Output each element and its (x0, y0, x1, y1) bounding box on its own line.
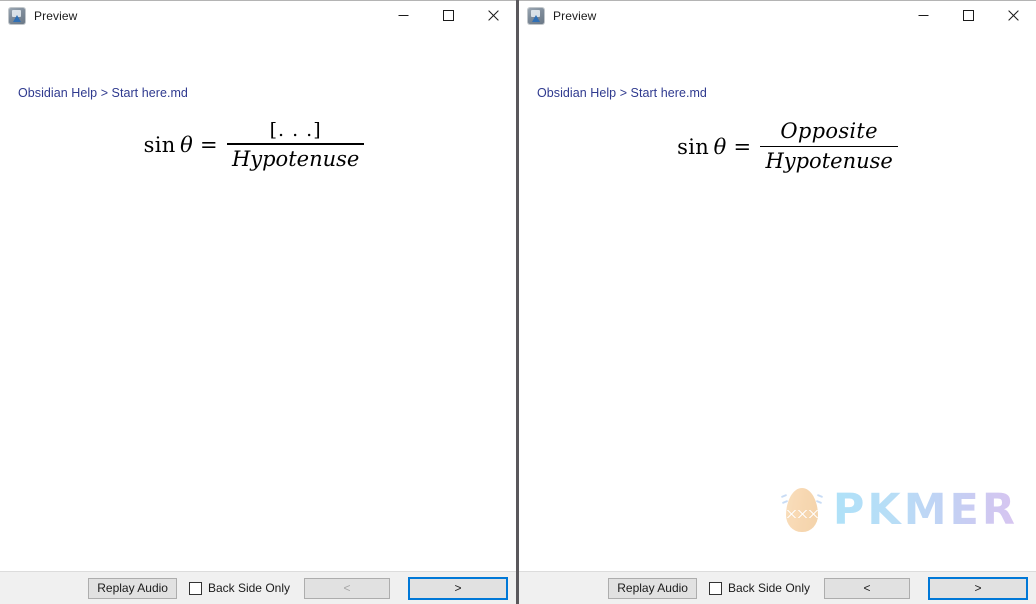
minimize-icon (918, 15, 929, 16)
math-fraction: Opposite Hypotenuse (760, 118, 898, 175)
back-side-only-checkbox[interactable] (708, 581, 722, 595)
math-fraction-bar (760, 145, 898, 148)
close-button[interactable] (471, 0, 516, 31)
preview-window-right: Preview Obsidian Help > Start here.md si… (519, 0, 1036, 604)
preview-app-icon (528, 7, 544, 24)
math-sin: sin (677, 134, 710, 159)
math-theta: θ (713, 134, 727, 159)
close-icon (488, 10, 499, 21)
back-side-only-checkbox-row[interactable]: Back Side Only (188, 581, 290, 595)
egg-spark (816, 493, 824, 499)
maximize-icon (963, 10, 974, 21)
minimize-icon (398, 15, 409, 16)
next-card-button[interactable]: > (928, 576, 1028, 600)
pkmer-watermark-text: PKMER (832, 484, 1018, 535)
replay-audio-button[interactable]: Replay Audio (608, 577, 697, 599)
math-formula-wrap-right: sin θ = Opposite Hypotenuse (519, 118, 1036, 175)
back-side-only-label: Back Side Only (207, 581, 290, 595)
egg-spark (815, 499, 823, 505)
titlebar-right-group: Preview (519, 7, 597, 24)
back-side-only-label: Back Side Only (727, 581, 810, 595)
math-equals: = (200, 133, 218, 158)
pkmer-watermark: PKMER (780, 484, 1018, 535)
window-controls-left (381, 0, 516, 31)
math-equals: = (733, 134, 752, 159)
math-fraction: [. . .] Hypotenuse (226, 118, 365, 173)
maximize-button[interactable] (426, 0, 471, 31)
back-side-only-checkbox[interactable] (188, 581, 202, 595)
cracked-egg-logo-icon (780, 485, 824, 535)
math-denominator: Hypotenuse (765, 149, 893, 174)
next-card-button[interactable]: > (408, 576, 508, 600)
previous-card-button[interactable]: < (824, 577, 910, 599)
breadcrumb[interactable]: Obsidian Help > Start here.md (537, 86, 707, 100)
preview-window-left: Preview Obsidian Help > Start here.md si… (0, 0, 519, 604)
content-area-left: Obsidian Help > Start here.md sin θ = [.… (0, 32, 516, 571)
egg-shell (785, 488, 818, 532)
window-title: Preview (34, 8, 78, 23)
maximize-icon (443, 10, 454, 21)
math-formula-wrap-left: sin θ = [. . .] Hypotenuse (0, 118, 516, 173)
egg-spark (781, 499, 789, 505)
maximize-button[interactable] (946, 0, 991, 31)
math-lhs: sin θ = (677, 135, 751, 159)
math-formula: sin θ = [. . .] Hypotenuse (144, 118, 365, 173)
titlebar-left-group: Preview (0, 7, 78, 24)
preview-app-icon (9, 7, 25, 24)
bottom-toolbar-left: Replay Audio Back Side Only < > (0, 571, 516, 604)
math-fraction-bar (226, 143, 365, 145)
math-sin: sin (143, 133, 176, 158)
minimize-button[interactable] (381, 0, 426, 31)
desktop: Preview Obsidian Help > Start here.md si… (0, 0, 1036, 604)
minimize-button[interactable] (901, 0, 946, 31)
titlebar-left[interactable]: Preview (0, 0, 516, 32)
math-numerator: [. . .] (269, 119, 322, 141)
math-numerator: Opposite (780, 119, 878, 143)
content-area-right: Obsidian Help > Start here.md sin θ = Op… (519, 32, 1036, 571)
math-denominator: Hypotenuse (231, 146, 360, 171)
window-controls-right (901, 0, 1036, 31)
window-title: Preview (553, 8, 597, 23)
replay-audio-button[interactable]: Replay Audio (88, 577, 177, 599)
bottom-toolbar-right: Replay Audio Back Side Only < > (519, 571, 1036, 604)
breadcrumb[interactable]: Obsidian Help > Start here.md (18, 86, 188, 100)
math-lhs: sin θ = (144, 133, 218, 157)
math-formula: sin θ = Opposite Hypotenuse (677, 118, 898, 175)
math-theta: θ (180, 133, 194, 158)
titlebar-right[interactable]: Preview (519, 0, 1036, 32)
egg-crack (785, 510, 818, 518)
previous-card-button[interactable]: < (304, 577, 390, 599)
egg-spark (780, 493, 788, 499)
back-side-only-checkbox-row[interactable]: Back Side Only (708, 581, 810, 595)
close-button[interactable] (991, 0, 1036, 31)
close-icon (1008, 10, 1019, 21)
